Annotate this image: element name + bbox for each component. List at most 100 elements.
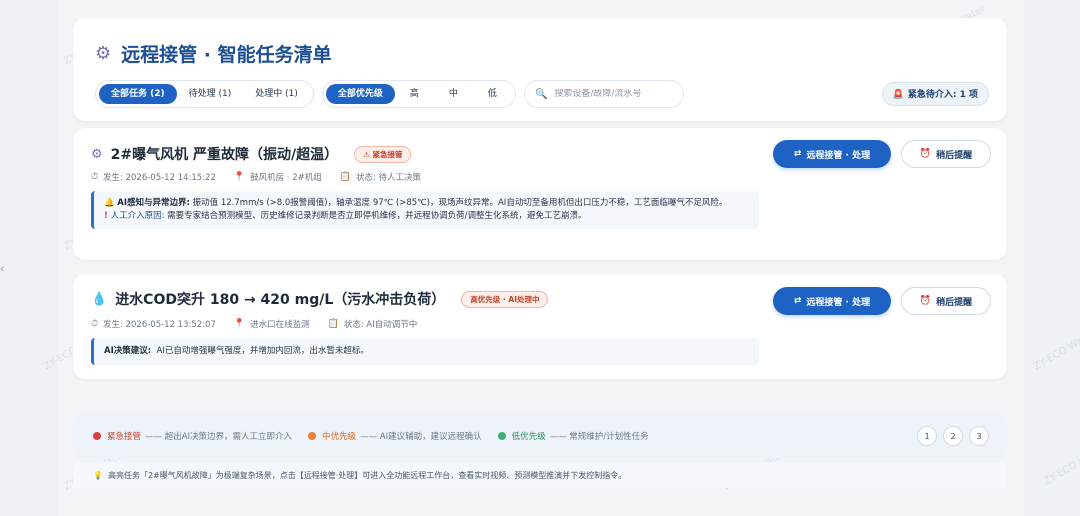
legend-desc: —— 常规维护/计划性任务: [549, 432, 649, 442]
tab-priority-high[interactable]: 高: [395, 84, 434, 104]
alarm-clock-icon: ⏰: [919, 296, 932, 306]
ai-suggestion-box: AI决策建议: AI已自动增强曝气强度，并增加内回流，出水暂未超标。: [91, 338, 759, 365]
watermark: ZY-ECO Water: [1041, 443, 1080, 488]
clipboard-icon: 📋: [339, 172, 351, 182]
ai-analysis-box: 🔔 AI感知与异常边界: 振动值 12.7mm/s (>8.0报警阈值)，轴承温…: [91, 191, 759, 229]
task-title-row: 💧 进水COD突升 180 → 420 mg/L（污水冲击负荷） 高优先级 · …: [91, 289, 549, 309]
status-tabs: 全部任务 (2) 待处理 (1) 处理中 (1): [95, 80, 314, 108]
pin-icon: 📍: [233, 319, 246, 329]
urgent-summary-badge[interactable]: 🚨 紧急待介入: 1 项: [881, 82, 989, 106]
meta-status-text: 状态: 待人工决策: [355, 173, 422, 183]
info-text: 振动值 12.7mm/s (>8.0报警阈值)，轴承温度 97℃ (>85℃)，…: [192, 198, 728, 208]
tab-all-tasks[interactable]: 全部任务 (2): [99, 84, 177, 104]
remind-later-button[interactable]: ⏰ 稍后提醒: [901, 140, 991, 168]
button-label: 远程接管 · 处理: [806, 297, 871, 308]
button-label: 稍后提醒: [936, 150, 973, 161]
search-icon: 🔍: [534, 88, 548, 100]
gear-icon: ⚙: [91, 146, 103, 162]
search-input[interactable]: [554, 89, 675, 99]
meta-status: 📋 状态: 待人工决策: [340, 171, 421, 183]
priority-tag: ⚠ 紧急接管: [354, 145, 412, 163]
pagination: 1 2 3: [911, 426, 989, 446]
info-label: AI感知与异常边界:: [117, 198, 190, 208]
bell-icon: 🔔: [104, 198, 115, 208]
legend-item-medium: 中优先级 —— AI建议辅助，建议远程确认: [308, 430, 482, 442]
meta-status: 📋 状态: AI自动调节中: [328, 318, 418, 330]
task-title-row: ⚙ 2#曝气风机 严重故障（振动/超温） ⚠ 紧急接管: [91, 144, 412, 164]
tip-text: 高亮任务「2#曝气风机故障」为极端复杂场景，点击【远程接管·处理】可进入全功能远…: [107, 470, 627, 480]
meta-location-text: 鼓风机房 · 2#机组: [250, 173, 322, 183]
tab-in-progress[interactable]: 处理中 (1): [243, 84, 310, 104]
task-title: 2#曝气风机 严重故障（振动/超温）: [110, 147, 339, 163]
remote-takeover-button[interactable]: ⇄ 远程接管 · 处理: [773, 287, 891, 315]
alarm-clock-icon: ⏰: [919, 149, 932, 159]
meta-time: ⏱ 发生: 2026-05-12 14:15:22: [91, 171, 216, 183]
task-meta: ⏱ 发生: 2026-05-12 13:52:07 📍 进水口在线监测 📋 状态: A…: [91, 318, 435, 330]
legend-item-low: 低优先级 —— 常规维护/计划性任务: [497, 430, 649, 442]
priority-tag-text: 紧急接管: [372, 149, 403, 159]
task-meta: ⏱ 发生: 2026-05-12 14:15:22 📍 鼓风机房 · 2#机组 📋 状…: [91, 171, 439, 183]
button-label: 远程接管 · 处理: [806, 150, 871, 161]
info-line-analysis: 🔔 AI感知与异常边界: 振动值 12.7mm/s (>8.0报警阈值)，轴承温…: [104, 197, 749, 210]
handoff-icon: ⇄: [793, 296, 802, 306]
tab-priority-low[interactable]: 低: [473, 84, 512, 104]
tab-pending[interactable]: 待处理 (1): [177, 84, 244, 104]
priority-tag: 高优先级 · AI处理中: [461, 290, 549, 308]
button-label: 稍后提醒: [936, 297, 973, 308]
droplet-icon: 💧: [91, 291, 108, 307]
task-title: 进水COD突升 180 → 420 mg/L（污水冲击负荷）: [115, 292, 446, 308]
page-button-1[interactable]: 1: [917, 426, 937, 446]
gear-icon: ⚙: [95, 43, 112, 64]
legend-label: 低优先级: [511, 432, 546, 442]
meta-location: 📍 鼓风机房 · 2#机组: [234, 171, 322, 183]
legend: 紧急接管 —— 超出AI决策边界，需人工立即介入 中优先级 —— AI建议辅助，…: [93, 430, 665, 442]
info-label: 人工介入原因:: [110, 211, 165, 221]
remote-takeover-button[interactable]: ⇄ 远程接管 · 处理: [773, 140, 891, 168]
legend-label: 中优先级: [322, 432, 357, 442]
lightbulb-icon: 💡: [93, 470, 103, 480]
meta-time: ⏱ 发生: 2026-05-12 13:52:07: [91, 318, 216, 330]
info-label: AI决策建议:: [104, 346, 152, 356]
page-button-3[interactable]: 3: [969, 426, 989, 446]
stopwatch-icon: ⏱: [91, 172, 99, 182]
info-text: 需要专家结合预测模型、历史维修记录判断是否立即停机维修，并远程协调负荷/调整生化…: [167, 211, 587, 221]
remind-later-button[interactable]: ⏰ 稍后提醒: [901, 287, 991, 315]
task-card: ⚙ 2#曝气风机 严重故障（振动/超温） ⚠ 紧急接管 ⏱ 发生: 2026-05…: [73, 128, 1007, 260]
meta-time-text: 发生: 2026-05-12 14:15:22: [103, 173, 216, 183]
chevron-left-icon[interactable]: ‹: [0, 262, 4, 275]
clipboard-icon: 📋: [327, 319, 339, 329]
legend-label: 紧急接管: [107, 432, 142, 442]
meta-time-text: 发生: 2026-05-12 13:52:07: [103, 320, 216, 330]
tip-bar: 💡 高亮任务「2#曝气风机故障」为极端复杂场景，点击【远程接管·处理】可进入全功…: [73, 462, 1007, 488]
tab-all-priority[interactable]: 全部优先级: [325, 84, 395, 104]
filter-row: 全部任务 (2) 待处理 (1) 处理中 (1) 全部优先级 高 中 低 🔍: [95, 80, 684, 108]
pin-icon: 📍: [233, 172, 246, 182]
meta-location-text: 进水口在线监测: [250, 320, 310, 330]
search-box[interactable]: 🔍: [523, 80, 684, 108]
title-row: ⚙ 远程接管 · 智能任务清单: [95, 40, 332, 67]
legend-card: 紧急接管 —— 超出AI决策边界，需人工立即介入 中优先级 —— AI建议辅助，…: [73, 413, 1007, 458]
legend-desc: —— AI建议辅助，建议远程确认: [360, 432, 482, 442]
red-dot-icon: [93, 432, 101, 440]
page-button-2[interactable]: 2: [943, 426, 963, 446]
header-card: ⚙ 远程接管 · 智能任务清单 全部任务 (2) 待处理 (1) 处理中 (1)…: [73, 18, 1007, 121]
info-line-reason: ! 人工介入原因: 需要专家结合预测模型、历史维修记录判断是否立即停机维修，并远…: [104, 210, 749, 223]
watermark: ZY-ECO Water: [1031, 328, 1080, 373]
info-text: AI已自动增强曝气强度，并增加内回流，出水暂未超标。: [156, 346, 369, 356]
legend-item-urgent: 紧急接管 —— 超出AI决策边界，需人工立即介入: [93, 430, 292, 442]
page-title: 远程接管 · 智能任务清单: [121, 44, 332, 66]
info-line-suggestion: AI决策建议: AI已自动增强曝气强度，并增加内回流，出水暂未超标。: [104, 345, 749, 358]
tab-priority-medium[interactable]: 中: [434, 84, 473, 104]
task-card: 💧 进水COD突升 180 → 420 mg/L（污水冲击负荷） 高优先级 · …: [73, 274, 1007, 379]
priority-tabs: 全部优先级 高 中 低: [321, 80, 516, 108]
siren-icon: 🚨: [892, 90, 904, 100]
green-dot-icon: [497, 432, 506, 440]
legend-desc: —— 超出AI决策边界，需人工立即介入: [145, 432, 293, 442]
meta-status-text: 状态: AI自动调节中: [343, 320, 418, 330]
urgent-summary-text: 紧急待介入: 1 项: [907, 90, 978, 100]
stopwatch-icon: ⏱: [91, 319, 99, 329]
handoff-icon: ⇄: [793, 149, 802, 159]
exclamation-icon: !: [104, 211, 108, 221]
orange-dot-icon: [308, 432, 317, 440]
meta-location: 📍 进水口在线监测: [234, 318, 310, 330]
